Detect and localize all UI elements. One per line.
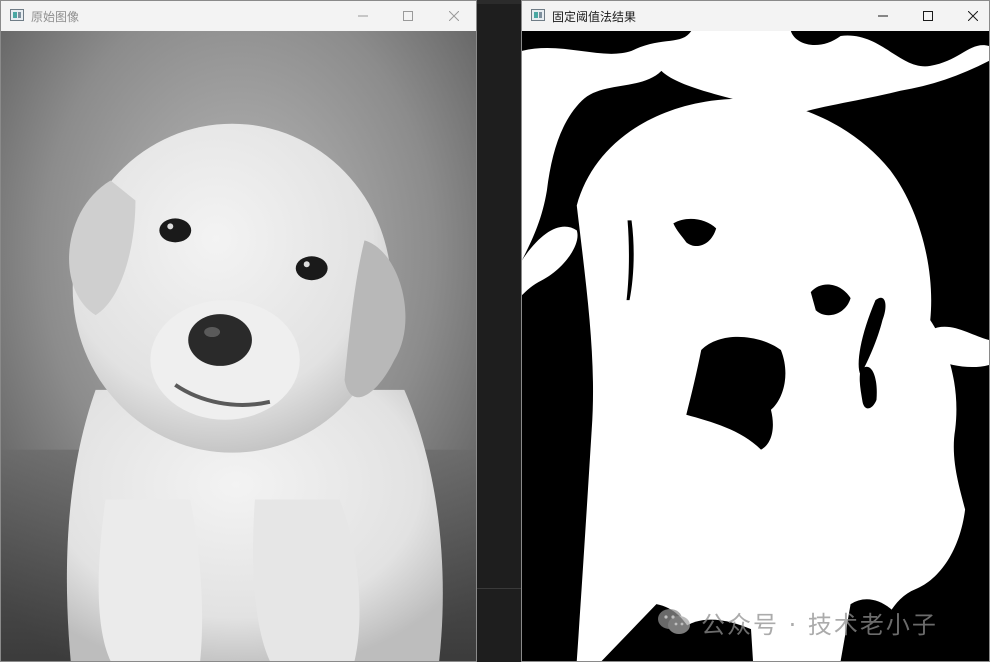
watermark: 公众号 · 技术老小子 (657, 604, 938, 640)
puppy-threshold-image (522, 31, 989, 661)
close-button[interactable] (950, 1, 989, 31)
maximize-button[interactable] (905, 1, 951, 31)
maximize-icon (403, 11, 413, 21)
background-divider (476, 588, 522, 589)
close-icon (968, 11, 978, 21)
original-image-window[interactable]: 原始图像 (0, 0, 477, 662)
maximize-icon (923, 11, 933, 21)
window-title: 固定阈值法结果 (552, 10, 637, 24)
maximize-button[interactable] (385, 1, 431, 31)
app-window-icon (531, 9, 545, 21)
background-window-edge (476, 0, 522, 4)
minimize-icon (358, 15, 368, 17)
minimize-button[interactable] (340, 1, 386, 31)
wechat-icon (658, 609, 690, 634)
minimize-button[interactable] (860, 1, 906, 31)
puppy-grayscale-image (1, 31, 476, 661)
title-bar[interactable]: 原始图像 (1, 1, 476, 31)
window-title: 原始图像 (31, 10, 80, 24)
close-button[interactable] (431, 1, 476, 31)
background-window-strip (476, 0, 522, 662)
original-image-canvas (1, 31, 476, 661)
threshold-image-canvas (522, 31, 989, 661)
threshold-result-window[interactable]: 固定阈值法结果 (521, 0, 990, 662)
title-bar[interactable]: 固定阈值法结果 (522, 1, 989, 31)
app-window-icon (10, 9, 24, 21)
close-icon (449, 11, 459, 21)
minimize-icon (878, 15, 888, 17)
watermark-text: 公众号 · 技术老小子 (701, 610, 938, 639)
